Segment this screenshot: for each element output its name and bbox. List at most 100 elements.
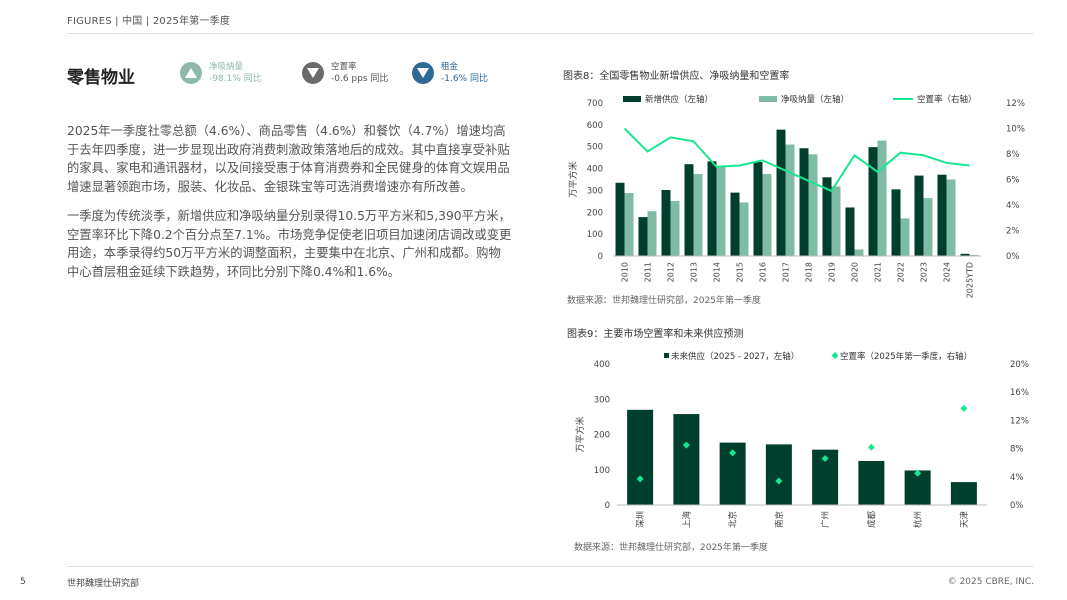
bar-new-supply	[615, 182, 625, 256]
chart2-title: 图表9：主要市场空置率和未来供应预测	[567, 329, 744, 340]
report-header: FIGURES | 中国 | 2025年第一季度	[67, 16, 231, 27]
kpi-value: -0.6 pps 同比	[331, 74, 389, 84]
x-tick-label: 杭州	[913, 511, 924, 528]
legend-swatch-vacancy	[831, 352, 839, 359]
bar-future-supply	[858, 460, 885, 505]
legend-swatch-future-supply	[664, 353, 669, 358]
kpi-label: 空置率	[331, 62, 357, 72]
x-tick-label: 2018	[805, 262, 814, 282]
x-tick-label: 2017	[782, 262, 791, 282]
footer-divider	[67, 566, 1034, 567]
y-tick-label: 400	[594, 360, 610, 370]
bar-future-supply	[950, 482, 977, 505]
bar-new-supply	[776, 129, 786, 256]
bar-new-supply	[684, 164, 694, 256]
y2-tick-label: 12%	[1010, 416, 1029, 426]
bar-new-supply	[914, 175, 924, 256]
bar-new-supply	[799, 148, 809, 256]
y2-tick-label: 0%	[1010, 501, 1024, 511]
kpi-net-absorption: 净吸纳量 -98.1% 同比	[180, 61, 262, 85]
bar-net-absorption	[647, 211, 657, 256]
bar-new-supply	[707, 161, 717, 256]
x-tick-label: 上海	[681, 511, 692, 529]
legend-label: 净吸纳量（左轴）	[781, 94, 849, 105]
bar-net-absorption	[762, 174, 772, 256]
y-tick-label: 500	[587, 143, 603, 153]
bar-net-absorption	[716, 165, 726, 256]
x-tick-label: 2010	[621, 262, 630, 282]
body-paragraph-1: 2025年一季度社零总额（4.6%）、商品零售（4.6%）和餐饮（4.7%）增速…	[67, 122, 512, 196]
kpi-down-arrow-icon	[412, 62, 434, 84]
chart2-source: 数据来源：世邦魏理仕研究部，2025年第一季度	[574, 543, 768, 553]
y2-tick-label: 6%	[1006, 176, 1020, 186]
chart1-title: 图表8：全国零售物业新增供应、净吸纳量和空置率	[563, 71, 790, 82]
footer-org: 世邦魏理仕研究部	[67, 579, 140, 589]
bar-net-absorption	[854, 249, 864, 256]
bar-net-absorption	[831, 186, 841, 256]
bar-new-supply	[891, 189, 901, 256]
x-tick-label: 2011	[644, 262, 653, 282]
bar-new-supply	[730, 192, 740, 256]
y-tick-label: 0	[598, 252, 603, 262]
y-axis-title: 万平方米	[567, 161, 579, 197]
legend-label: 新增供应（左轴）	[645, 94, 713, 105]
kpi-vacancy: 空置率 -0.6 pps 同比	[302, 61, 388, 85]
chart1-svg: 0 100 200 300 400 500 600 700 0% 2% 4% 6% 8% 10% 12% 万平…	[567, 94, 1025, 298]
x-tick-label: 2024	[943, 262, 952, 282]
y-tick-label: 300	[594, 395, 610, 405]
bar-net-absorption	[808, 154, 818, 256]
x-tick-label: 2021	[874, 262, 883, 282]
bar-net-absorption	[785, 144, 795, 256]
legend-label: 空置率（2025年第一季度，右轴）	[840, 351, 972, 362]
y-tick-label: 600	[587, 121, 603, 131]
body-paragraph-2: 一季度为传统淡季，新增供应和净吸纳量分别录得10.5万平方米和5,390平方米，…	[67, 207, 512, 281]
legend-label: 未来供应（2025 - 2027，左轴）	[671, 351, 799, 362]
y2-tick-label: 12%	[1006, 99, 1025, 109]
bar-new-supply	[937, 174, 947, 256]
chart1-source: 数据来源：世邦魏理仕研究部，2025年第一季度	[567, 296, 761, 306]
chart2-svg: 0 100 200 300 400 0% 4% 8% 12% 16% 20% 万平方米深圳 上海 北京 南京…	[574, 351, 1029, 529]
y2-tick-label: 2%	[1006, 227, 1020, 237]
kpi-value: -98.1% 同比	[209, 74, 262, 84]
x-tick-label: 2014	[713, 262, 722, 282]
x-tick-label: 2025YTD	[966, 262, 975, 298]
legend-swatch-net-absorption	[759, 96, 777, 102]
y2-tick-label: 4%	[1010, 473, 1024, 483]
kpi-down-arrow-icon	[302, 62, 324, 84]
y-tick-label: 0	[605, 501, 610, 511]
x-tick-label: 2023	[920, 262, 929, 282]
y2-tick-label: 20%	[1010, 360, 1029, 370]
footer-copyright: © 2025 CBRE, INC.	[947, 577, 1034, 587]
y2-tick-label: 16%	[1010, 388, 1029, 398]
bar-net-absorption	[693, 174, 703, 256]
x-tick-label: 广州	[820, 511, 831, 528]
y-tick-label: 100	[587, 230, 603, 240]
bar-net-absorption	[624, 193, 634, 256]
x-tick-label: 2022	[897, 262, 906, 282]
bar-net-absorption	[900, 218, 910, 256]
bar-new-supply	[845, 207, 855, 256]
legend-label: 空置率（右轴）	[917, 94, 977, 105]
bar-net-absorption	[739, 202, 749, 256]
x-tick-label: 2015	[736, 262, 745, 282]
bar-new-supply	[753, 162, 763, 256]
y2-tick-label: 8%	[1006, 150, 1020, 160]
bar-new-supply	[868, 147, 878, 256]
y-tick-label: 200	[587, 208, 603, 218]
page-number: 5	[20, 577, 26, 587]
bar-new-supply	[638, 217, 648, 256]
kpi-up-arrow-icon	[180, 62, 202, 84]
x-tick-label: 天津	[959, 511, 970, 529]
x-tick-label: 2012	[667, 262, 676, 282]
y-axis-title: 万平方米	[574, 416, 586, 452]
y2-tick-label: 0%	[1006, 252, 1020, 262]
y-tick-label: 700	[587, 99, 603, 109]
legend-swatch-new-supply	[623, 96, 641, 102]
x-tick-label: 2013	[690, 262, 699, 282]
y2-tick-label: 4%	[1006, 201, 1020, 211]
x-tick-label: 2019	[828, 262, 837, 282]
point-vacancy-rate	[867, 443, 875, 451]
bar-future-supply	[765, 444, 792, 505]
section-title: 零售物业	[67, 68, 135, 88]
header-divider	[67, 33, 1034, 34]
